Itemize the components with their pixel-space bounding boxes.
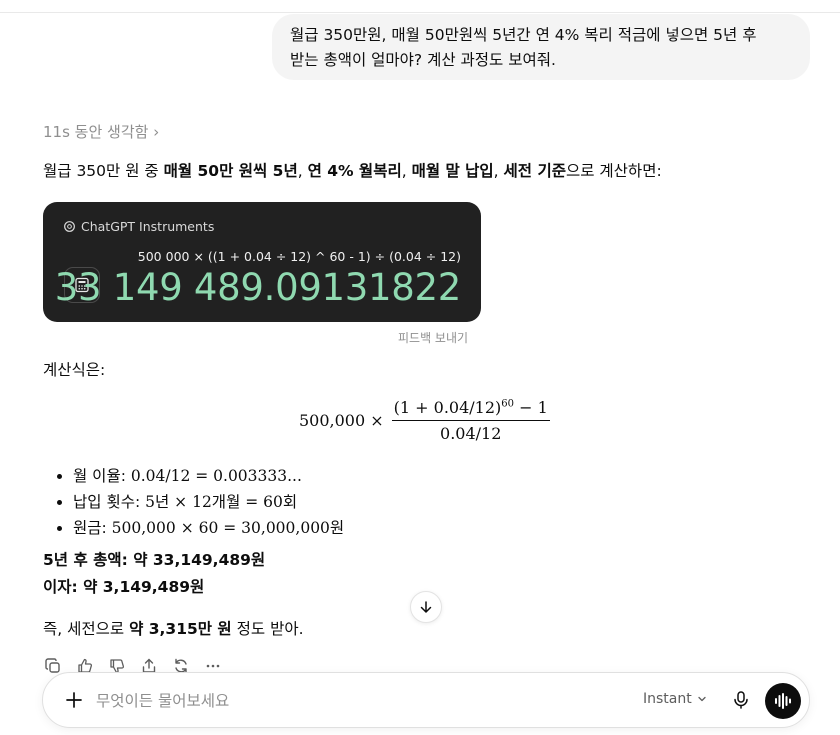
summary-text-1: 즉, 세전으로 [43, 620, 130, 638]
openai-logo-icon [64, 221, 75, 232]
feedback-link[interactable]: 피드백 보내기 [398, 329, 468, 346]
formula-num-exponent: 60 [501, 398, 515, 410]
model-selector[interactable]: Instant [643, 691, 708, 707]
calculator-tool-card: ChatGPT Instruments 500 000 × ((1 + 0.04… [43, 202, 481, 322]
summary-line: 즉, 세전으로 약 3,315만 원 정도 받아. [43, 617, 304, 641]
formula-num-tail: − 1 [514, 398, 548, 417]
prompt-input[interactable]: 무엇이든 물어보세요 [96, 689, 229, 711]
bullet-suffix: 원 [329, 519, 345, 537]
thought-chevron-icon: › [153, 123, 160, 141]
formula-num-base: (1 + 0.04/12) [393, 398, 502, 417]
bullet-math: 0.04/12 = 0.003333... [130, 467, 302, 485]
dictate-button[interactable] [730, 689, 752, 711]
intro-bold-3: 매월 말 납입 [411, 162, 494, 180]
bullet-label: 월 이율: [73, 467, 131, 485]
user-message-bubble: 월급 350만원, 매월 50만원씩 5년간 연 4% 복리 적금에 넣으면 5… [272, 14, 810, 80]
intro-text-1: 월급 350만 원 중 [43, 162, 164, 180]
bullet-math: 5년 × 12개월 = 60회 [145, 493, 298, 511]
intro-text-4: , [493, 162, 504, 180]
interest-line: 이자: 약 3,149,489원 [43, 578, 205, 596]
intro-bold-4: 세전 기준 [503, 162, 566, 180]
user-message-line-1: 월급 350만원, 매월 50만원씩 5년간 연 4% 복리 적금에 넣으면 5… [290, 26, 757, 44]
top-border [0, 0, 840, 13]
tool-header: ChatGPT Instruments [63, 219, 214, 234]
summary-bold: 약 3,315만 원 [129, 620, 232, 638]
intro-bold-2: 연 4% 월복리 [307, 162, 402, 180]
bullet-math: 500,000 × 60 = 30,000,000 [111, 519, 330, 537]
intro-text-5: 으로 계산하면: [565, 162, 662, 180]
formula-denominator: 0.04/12 [440, 424, 502, 443]
voice-mode-button[interactable] [765, 683, 801, 719]
formula-lhs: 500,000 × [299, 411, 384, 430]
thought-label: 11s 동안 생각함 [43, 123, 149, 141]
summary-text-2: 정도 받아. [231, 620, 304, 638]
bullet-label: 납입 횟수: [73, 493, 146, 511]
tool-name: ChatGPT Instruments [81, 219, 215, 234]
model-label: Instant [643, 691, 692, 707]
intro-text-3: , [401, 162, 412, 180]
formula-fraction: (1 + 0.04/12)60 − 1 0.04/12 [391, 398, 550, 443]
scroll-to-bottom-button[interactable] [410, 591, 442, 623]
formula-numerator: (1 + 0.04/12)60 − 1 [391, 398, 550, 421]
attach-button[interactable] [61, 687, 87, 713]
formula-block: 500,000 × (1 + 0.04/12)60 − 1 0.04/12 [299, 398, 550, 443]
bullet-label: 원금: [73, 519, 112, 537]
voice-wave-icon [775, 693, 791, 709]
formula-label: 계산식은: [43, 361, 106, 379]
calc-bullet-list: 월 이율: 0.04/12 = 0.003333... 납입 횟수: 5년 × … [43, 463, 344, 541]
bullet-principal: 원금: 500,000 × 60 = 30,000,000원 [73, 515, 344, 541]
tool-expression: 500 000 × ((1 + 0.04 ÷ 12) ^ 60 - 1) ÷ (… [137, 249, 461, 264]
total-line: 5년 후 총액: 약 33,149,489원 [43, 551, 266, 569]
bullet-payment-count: 납입 횟수: 5년 × 12개월 = 60회 [73, 489, 344, 515]
copy-icon [45, 658, 60, 673]
intro-bold-1: 매월 50만 원씩 5년 [163, 162, 298, 180]
thought-toggle[interactable]: 11s 동안 생각함 › [43, 121, 159, 142]
plus-icon [66, 692, 82, 708]
arrow-down-icon [420, 601, 432, 613]
message-composer: 무엇이든 물어보세요 Instant [42, 672, 810, 728]
chevron-down-icon [698, 696, 706, 702]
mic-icon [734, 691, 748, 709]
bullet-monthly-rate: 월 이율: 0.04/12 = 0.003333... [73, 463, 344, 489]
intro-text-2: , [297, 162, 308, 180]
user-message-line-2: 받는 총액이 얼마야? 계산 과정도 보여줘. [290, 51, 556, 69]
tool-result: 33 149 489.09131822 [54, 266, 462, 309]
intro-paragraph: 월급 350만 원 중 매월 50만 원씩 5년, 연 4% 월복리, 매월 말… [43, 159, 662, 183]
